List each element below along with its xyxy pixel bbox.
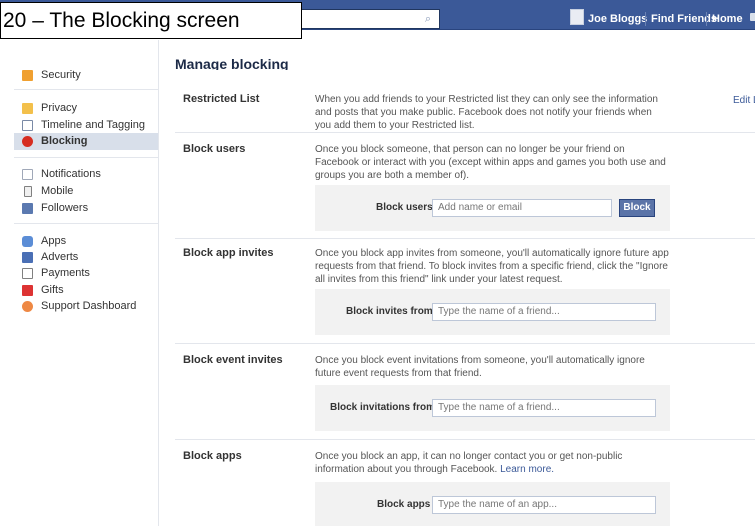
block-apps-input[interactable]: Type the name of an app... xyxy=(432,496,656,514)
nav-divider xyxy=(14,89,158,90)
timeline-icon xyxy=(22,119,33,131)
gifts-icon xyxy=(22,284,33,296)
sidebar-item-mobile[interactable]: Mobile xyxy=(22,183,73,199)
sidebar-item-label: Followers xyxy=(41,202,89,214)
block-users-panel: Block users Add name or email Block xyxy=(315,185,670,231)
block-event-invites-label: Block event invites xyxy=(183,354,283,366)
lock-icon[interactable] xyxy=(750,13,755,21)
block-apps-desc: Once you block an app, it can no longer … xyxy=(315,450,670,476)
sidebar-item-adverts[interactable]: Adverts xyxy=(22,249,78,265)
avatar[interactable] xyxy=(570,9,584,25)
block-invitations-from-label: Block invitations from xyxy=(330,402,436,413)
row-divider xyxy=(175,343,755,344)
block-event-invites-panel: Block invitations from Type the name of … xyxy=(315,385,670,431)
sidebar-item-label: Security xyxy=(41,69,81,81)
sidebar-item-gifts[interactable]: Gifts xyxy=(22,282,64,298)
sidebar-item-label: Timeline and Tagging xyxy=(41,119,145,131)
sidebar-item-label: Gifts xyxy=(41,284,64,296)
nav-divider xyxy=(14,157,158,158)
block-users-desc: Once you block someone, that person can … xyxy=(315,144,666,181)
sidebar-item-label: Apps xyxy=(41,235,67,247)
block-apps-label: Block apps xyxy=(183,450,242,462)
page-title: Manage blocking xyxy=(175,56,289,70)
sidebar-item-label: Payments xyxy=(41,267,90,279)
sidebar-item-label: Privacy xyxy=(41,102,78,114)
block-apps-field-label: Block apps xyxy=(377,499,431,510)
sidebar-item-label: Blocking xyxy=(41,135,88,147)
block-button[interactable]: Block xyxy=(619,199,655,217)
block-users-input[interactable]: Add name or email xyxy=(432,199,612,217)
search-input[interactable]: ⌕ xyxy=(290,9,440,29)
blocking-icon xyxy=(22,135,33,147)
row-divider xyxy=(175,132,755,133)
padlock-icon xyxy=(22,69,33,81)
block-invites-from-input[interactable]: Type the name of a friend... xyxy=(432,303,656,321)
restricted-list-label: Restricted List xyxy=(183,93,260,105)
user-name-link[interactable]: Joe Bloggs xyxy=(588,13,647,25)
row-divider xyxy=(175,439,755,440)
sidebar-item-label: Notifications xyxy=(41,168,101,180)
block-app-invites-panel: Block invites from Type the name of a fr… xyxy=(315,289,670,335)
sidebar-item-label: Support Dashboard xyxy=(41,300,137,312)
lock-icon xyxy=(22,102,33,114)
payments-icon xyxy=(22,267,33,279)
block-users-field-label: Block users xyxy=(376,202,433,213)
block-event-invites-desc: Once you block event invitations from so… xyxy=(315,355,645,379)
block-app-invites-desc: Once you block app invites from someone,… xyxy=(315,248,669,285)
block-invites-from-label: Block invites from xyxy=(346,306,433,317)
find-friends-link[interactable]: Find Friends xyxy=(651,13,717,25)
notifications-icon xyxy=(22,168,33,180)
magnifier-icon[interactable]: ⌕ xyxy=(421,12,435,26)
top-separator xyxy=(706,12,707,26)
sidebar-item-privacy[interactable]: Privacy xyxy=(22,100,77,116)
sidebar-item-label: Mobile xyxy=(41,185,74,197)
row-divider xyxy=(175,238,755,239)
support-icon xyxy=(22,300,33,312)
block-apps-panel: Block apps Type the name of an app... xyxy=(315,482,670,526)
nav-divider xyxy=(14,223,158,224)
sidebar-item-apps[interactable]: Apps xyxy=(22,233,66,249)
sidebar-item-security[interactable]: Security xyxy=(22,67,81,83)
block-invitations-from-input[interactable]: Type the name of a friend... xyxy=(432,399,656,417)
adverts-icon xyxy=(22,251,33,263)
learn-more-link[interactable]: Learn more. xyxy=(500,464,554,475)
top-separator xyxy=(645,12,646,26)
sidebar-item-followers[interactable]: Followers xyxy=(22,200,88,216)
restricted-list-desc: When you add friends to your Restricted … xyxy=(315,94,658,131)
home-link[interactable]: Home xyxy=(712,13,743,25)
sidebar-item-label: Adverts xyxy=(41,251,79,263)
apps-icon xyxy=(22,235,33,247)
followers-icon xyxy=(22,202,33,214)
figure-caption: 20 – The Blocking screen xyxy=(0,2,302,39)
mobile-icon xyxy=(24,185,32,197)
block-users-label: Block users xyxy=(183,143,246,155)
content-border xyxy=(158,40,159,526)
block-apps-desc-text: Once you block an app, it can no longer … xyxy=(315,451,623,475)
sidebar-item-timeline[interactable]: Timeline and Tagging xyxy=(22,117,145,133)
edit-list-link[interactable]: Edit List xyxy=(733,95,755,106)
sidebar-item-payments[interactable]: Payments xyxy=(22,265,90,281)
sidebar-item-notifications[interactable]: Notifications xyxy=(22,166,101,182)
block-app-invites-label: Block app invites xyxy=(183,247,274,259)
sidebar-item-blocking[interactable]: Blocking xyxy=(22,133,87,149)
sidebar-item-support-dashboard[interactable]: Support Dashboard xyxy=(22,298,136,314)
